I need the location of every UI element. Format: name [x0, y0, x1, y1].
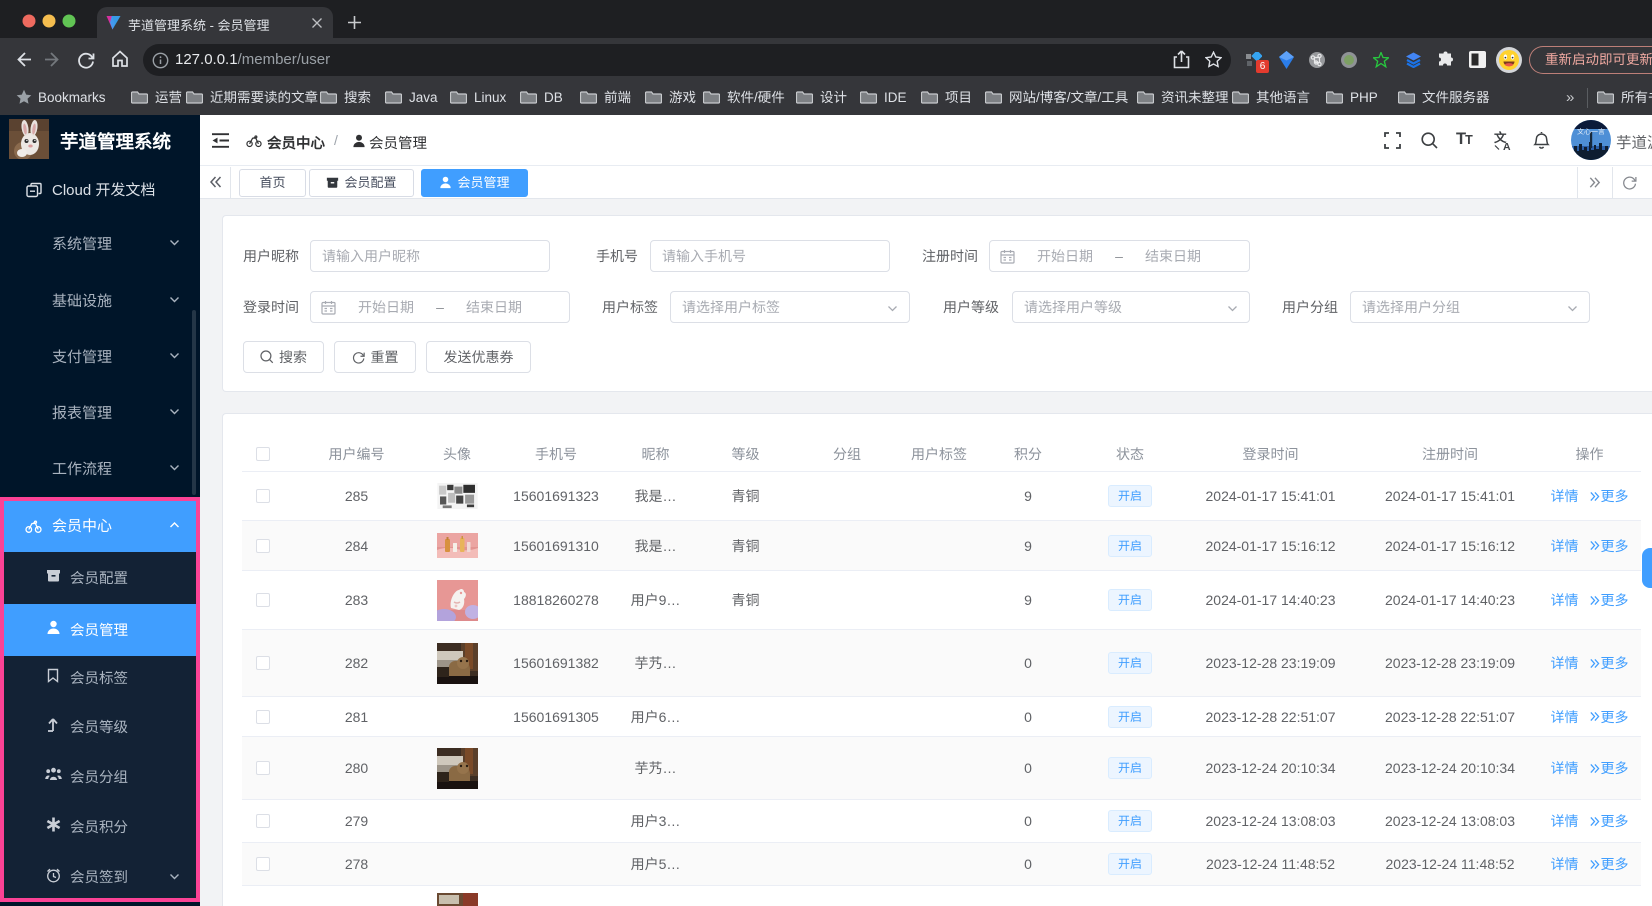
svg-text:A: A: [1503, 141, 1511, 150]
svg-text:文心一言: 文心一言: [1577, 128, 1605, 136]
